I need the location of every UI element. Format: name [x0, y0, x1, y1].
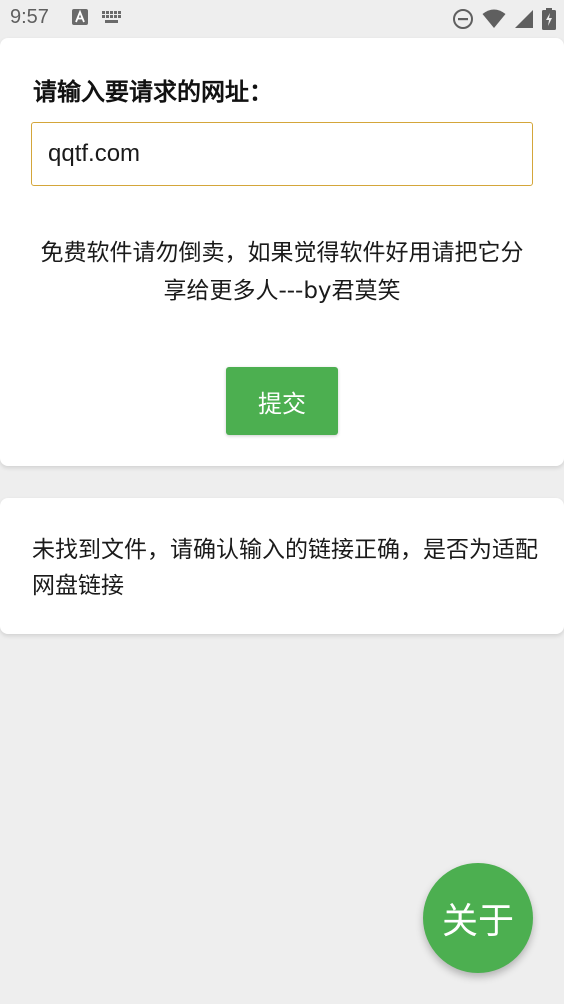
about-fab-button[interactable]: 关于 [423, 863, 533, 973]
battery-charging-icon [542, 8, 556, 34]
status-right-icons [452, 8, 556, 34]
status-time: 9:57 [10, 6, 49, 28]
submit-button[interactable]: 提交 [226, 367, 338, 435]
wifi-icon [482, 9, 506, 33]
url-label: 请输入要请求的网址： [33, 78, 273, 106]
result-message: 未找到文件，请确认输入的链接正确，是否为适配网盘链接 [32, 537, 538, 599]
status-bar: 9:57 [0, 0, 564, 38]
notice-text: 免费软件请勿倒卖，如果觉得软件好用请把它分享给更多人---by君莫笑 [40, 240, 524, 304]
url-input[interactable] [31, 122, 533, 186]
do-not-disturb-icon [452, 8, 474, 34]
keyboard-icon [102, 10, 122, 29]
signal-icon [514, 9, 534, 33]
status-left-icons [72, 9, 122, 29]
a-letter-icon [72, 9, 88, 29]
